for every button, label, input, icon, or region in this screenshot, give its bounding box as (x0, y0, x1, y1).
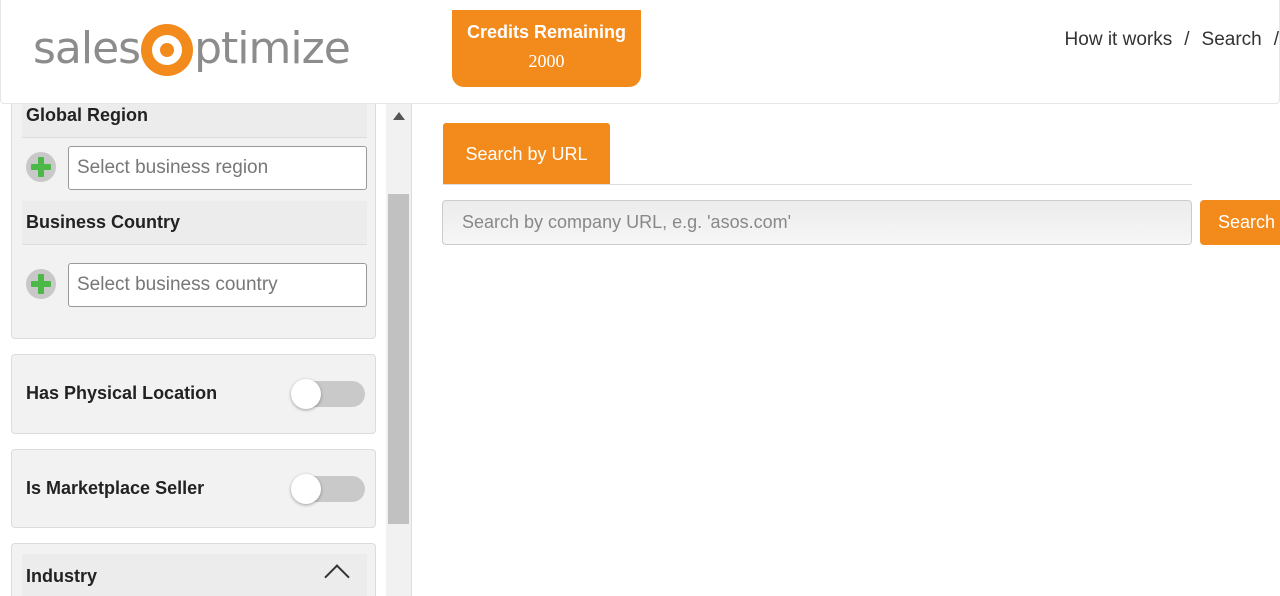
top-nav: How it works / Search / (1065, 29, 1279, 51)
nav-separator: / (1184, 29, 1190, 50)
company-url-search-input[interactable]: Search by company URL, e.g. 'asos.com' (442, 200, 1192, 245)
logo-target-icon (141, 24, 194, 76)
industry-label: Industry (22, 554, 367, 596)
nav-separator: / (1273, 29, 1279, 50)
credits-title: Credits Remaining (466, 22, 627, 42)
tab-divider (443, 184, 1192, 185)
is-marketplace-seller-toggle[interactable] (291, 474, 365, 504)
location-filter-panel: Global Region Select business region Bus… (11, 104, 376, 339)
toggle-knob (291, 474, 321, 504)
credits-value: 2000 (528, 51, 565, 71)
logo-text-sales: sales (33, 22, 141, 74)
is-marketplace-seller-panel: Is Marketplace Seller (11, 449, 376, 528)
has-physical-location-panel: Has Physical Location (11, 354, 376, 434)
scroll-up-arrow-icon[interactable] (393, 112, 405, 120)
toggle-knob (291, 379, 321, 409)
search-button[interactable]: Search (1200, 200, 1280, 245)
add-region-plus-icon[interactable] (26, 152, 56, 182)
business-country-label: Business Country (22, 201, 367, 245)
filter-sidebar: Global Region Select business region Bus… (0, 104, 386, 596)
industry-panel[interactable]: Industry (11, 543, 376, 596)
salesoptimize-logo[interactable]: sales ptimize (33, 18, 351, 78)
has-physical-location-label: Has Physical Location (26, 383, 218, 403)
nav-search[interactable]: Search (1202, 29, 1262, 51)
add-country-plus-icon[interactable] (26, 269, 56, 299)
is-marketplace-seller-label: Is Marketplace Seller (26, 478, 205, 498)
business-country-select[interactable]: Select business country (68, 263, 367, 307)
tab-search-by-url[interactable]: Search by URL (443, 123, 610, 185)
business-region-select[interactable]: Select business region (68, 146, 367, 190)
credits-remaining-badge: Credits Remaining 2000 (452, 10, 641, 87)
nav-how-it-works[interactable]: How it works (1065, 29, 1173, 51)
logo-text-ptimize: ptimize (194, 22, 351, 74)
global-region-label: Global Region (22, 104, 367, 138)
sidebar-scrollbar[interactable] (386, 104, 412, 596)
has-physical-location-toggle[interactable] (291, 379, 365, 409)
scrollbar-thumb[interactable] (388, 194, 409, 524)
